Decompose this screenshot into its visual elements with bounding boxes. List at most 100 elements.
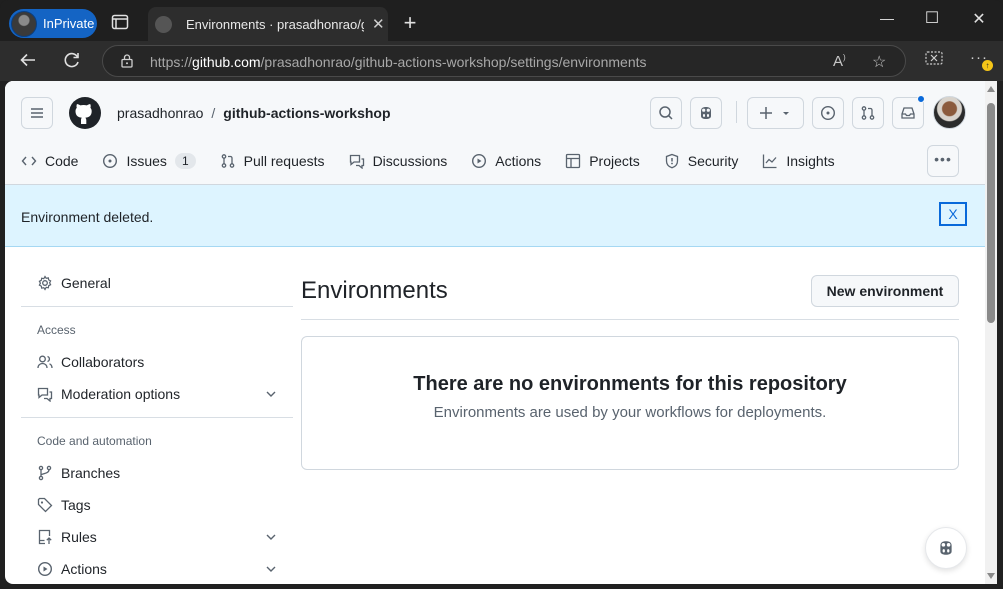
browser-tab-active[interactable]: Environments · prasadhonrao/github-actio… [148, 7, 388, 41]
chevron-down-icon[interactable] [265, 388, 277, 400]
tab-title: Environments · prasadhonrao/github-actio… [186, 16, 364, 32]
tab-label: Actions [495, 153, 542, 169]
tab-insights[interactable]: Insights [762, 153, 835, 169]
breadcrumb-separator: / [211, 105, 216, 121]
screenshot-icon[interactable] [925, 51, 943, 67]
sidebar-item-general[interactable]: General [21, 267, 293, 299]
sidebar-item-label: Collaborators [61, 354, 145, 370]
user-avatar[interactable] [933, 96, 966, 129]
browser-window: InPrivate Environments · prasadhonrao/gi… [0, 0, 1003, 589]
github-header: prasadhonrao / github-actions-workshop C… [5, 81, 985, 185]
sidebar-divider [21, 417, 293, 418]
search-icon[interactable] [650, 97, 682, 129]
sidebar-item-rules[interactable]: Rules [21, 521, 293, 553]
settings-sidebar: General Access Collaborators Moderation … [21, 267, 293, 584]
sidebar-item-actions[interactable]: Actions [21, 553, 293, 584]
scroll-up-arrow-icon[interactable] [987, 86, 995, 92]
repo-nav-more-button[interactable]: ••• [927, 145, 959, 177]
navigation-bar: https://github.com/prasadhonrao/github-a… [0, 41, 1003, 81]
issues-count-badge: 1 [174, 153, 196, 169]
play-icon [471, 153, 487, 169]
tab-projects[interactable]: Projects [565, 153, 640, 169]
sidebar-heading-code-automation: Code and automation [37, 434, 152, 448]
tab-actions[interactable]: Actions [471, 153, 541, 169]
address-bar[interactable]: https://github.com/prasadhonrao/github-a… [102, 45, 906, 77]
close-window-button[interactable]: ✕ [969, 9, 989, 29]
github-logo-icon[interactable] [69, 97, 101, 129]
tab-label: Security [687, 153, 739, 169]
menu-hamburger-icon[interactable] [21, 97, 53, 129]
flash-banner: Environment deleted. X [5, 185, 985, 247]
maximize-button[interactable]: ☐ [922, 8, 942, 28]
issue-icon [102, 153, 118, 169]
minimize-button[interactable]: — [877, 10, 897, 26]
sidebar-item-collaborators[interactable]: Collaborators [21, 346, 293, 378]
lock-icon[interactable] [121, 54, 133, 68]
tab-close-icon[interactable]: ✕ [372, 15, 385, 33]
tab-label: Insights [786, 153, 835, 169]
tab-label: Code [45, 153, 79, 169]
scroll-down-arrow-icon[interactable] [987, 573, 995, 579]
repo-push-icon [37, 529, 53, 545]
page-title: Environments [301, 277, 448, 304]
url-text[interactable]: https://github.com/prasadhonrao/github-a… [150, 54, 647, 70]
breadcrumb: prasadhonrao / github-actions-workshop [117, 105, 391, 121]
new-environment-button[interactable]: New environment [811, 275, 959, 307]
update-badge: ↑ [982, 60, 993, 71]
inprivate-badge[interactable]: InPrivate [9, 9, 97, 38]
discussion-icon [349, 153, 365, 169]
sidebar-divider [21, 306, 293, 307]
breadcrumb-owner[interactable]: prasadhonrao [117, 105, 203, 121]
profile-avatar-icon [11, 10, 37, 37]
pull-requests-icon[interactable] [852, 97, 884, 129]
chevron-down-icon[interactable] [265, 531, 277, 543]
tab-issues[interactable]: Issues 1 [102, 153, 196, 169]
tab-code[interactable]: Code [21, 153, 78, 169]
issues-icon[interactable] [812, 97, 844, 129]
sidebar-item-label: Actions [61, 561, 107, 577]
notification-dot [917, 95, 925, 103]
gear-icon [37, 275, 53, 291]
sidebar-item-label: Rules [61, 529, 97, 545]
tab-actions-icon[interactable] [111, 14, 129, 30]
flash-message: Environment deleted. [21, 209, 154, 225]
chevron-down-icon[interactable] [265, 563, 277, 575]
inprivate-label: InPrivate [43, 16, 95, 31]
refresh-icon[interactable] [62, 50, 84, 70]
sidebar-item-tags[interactable]: Tags [21, 489, 293, 521]
pull-request-icon [220, 153, 236, 169]
sidebar-item-label: General [61, 275, 111, 291]
sidebar-item-branches[interactable]: Branches [21, 457, 293, 489]
copilot-icon [940, 541, 952, 555]
blankslate: There are no environments for this repos… [301, 336, 959, 470]
read-aloud-icon[interactable]: A) [833, 53, 846, 70]
blankslate-title: There are no environments for this repos… [413, 373, 847, 395]
back-arrow-icon[interactable] [18, 50, 40, 70]
sidebar-item-moderation-options[interactable]: Moderation options [21, 378, 293, 410]
github-favicon-icon [155, 15, 172, 33]
tab-discussions[interactable]: Discussions [349, 153, 448, 169]
copilot-icon[interactable] [690, 97, 722, 129]
tab-strip: InPrivate Environments · prasadhonrao/gi… [0, 0, 1003, 41]
tab-label: Issues [126, 153, 167, 169]
sidebar-item-label: Moderation options [61, 386, 181, 402]
blankslate-description: Environments are used by your workflows … [433, 404, 827, 421]
table-icon [565, 153, 581, 169]
copilot-chat-button[interactable] [925, 527, 967, 569]
tab-label: Discussions [372, 153, 448, 169]
tab-security[interactable]: Security [664, 153, 739, 169]
create-new-button[interactable] [747, 97, 804, 129]
new-tab-button[interactable]: + [400, 10, 420, 36]
title-divider [301, 319, 959, 320]
sidebar-item-label: Branches [61, 465, 121, 481]
play-icon [37, 561, 53, 577]
flash-close-button[interactable]: X [939, 202, 967, 226]
breadcrumb-repo[interactable]: github-actions-workshop [223, 105, 390, 121]
page-scrollbar[interactable] [985, 81, 997, 584]
url-host: github.com [192, 54, 261, 70]
page-viewport: prasadhonrao / github-actions-workshop C… [5, 81, 985, 584]
tab-pull-requests[interactable]: Pull requests [220, 153, 325, 169]
favorite-star-icon[interactable]: ☆ [872, 52, 886, 72]
scrollbar-thumb[interactable] [987, 103, 995, 323]
comment-discussion-icon [37, 386, 53, 402]
